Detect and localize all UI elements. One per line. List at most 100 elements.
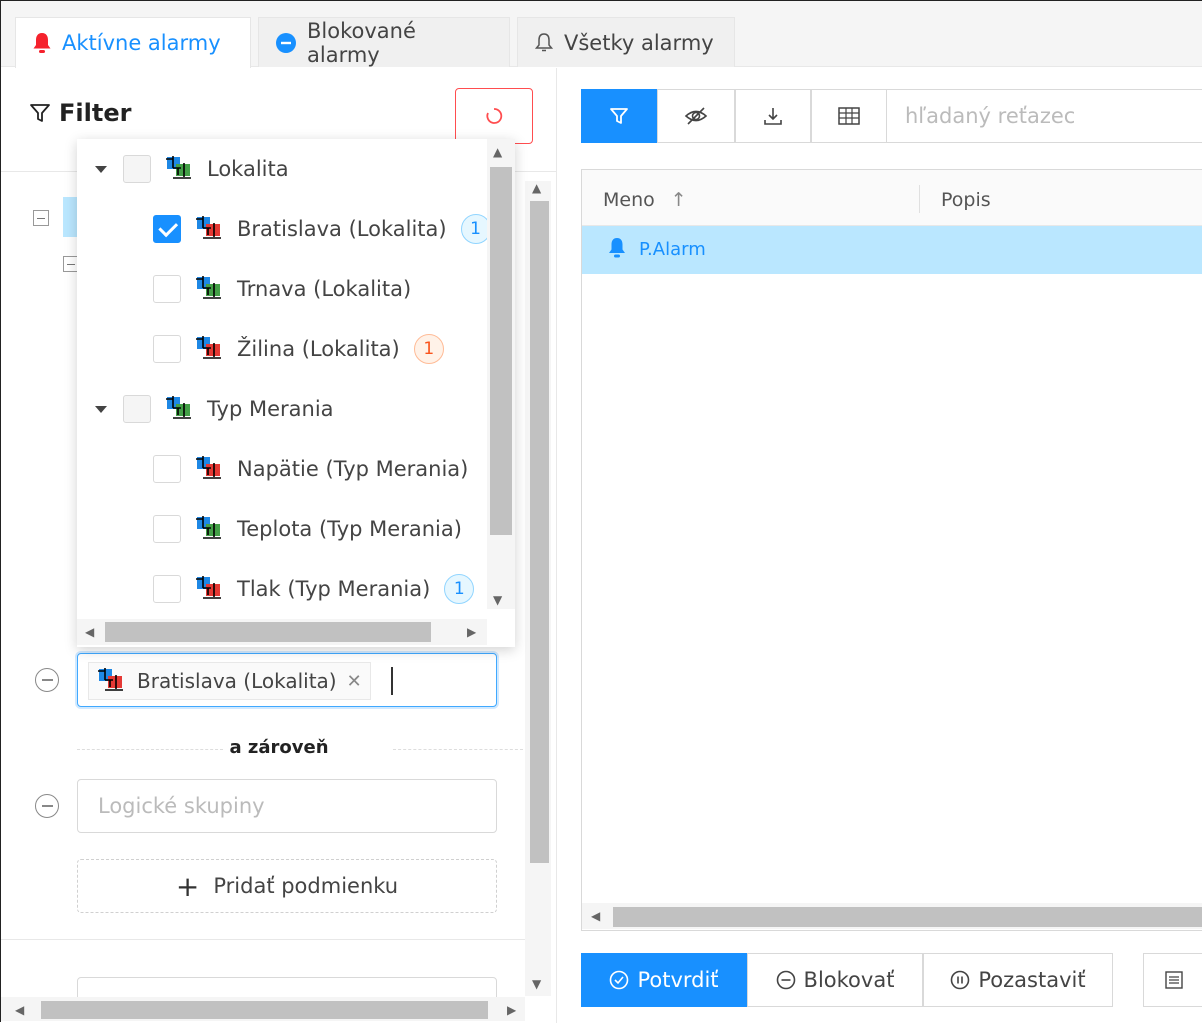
filter-title: Filter <box>29 99 131 127</box>
logical-groups-placeholder: Logické skupiny <box>98 794 265 818</box>
group-icon <box>195 515 223 544</box>
remove-condition-icon[interactable] <box>35 668 59 692</box>
group-icon <box>195 275 223 304</box>
details-button[interactable] <box>1143 953 1202 1007</box>
pause-circle-icon <box>950 970 970 990</box>
block-button[interactable]: Blokovať <box>747 953 923 1007</box>
scroll-up-icon[interactable]: ▲ <box>532 181 541 195</box>
tree-collapse-toggle[interactable] <box>33 210 49 226</box>
tab-active-alarms[interactable]: Aktívne alarmy <box>15 17 251 68</box>
minus-circle-icon <box>776 970 796 990</box>
scroll-left-icon[interactable]: ◀ <box>85 625 94 639</box>
pause-label: Pozastaviť <box>978 968 1086 992</box>
tab-label: Aktívne alarmy <box>62 31 221 55</box>
search-input[interactable]: hľadaný reťazec <box>887 89 1202 143</box>
check-circle-icon <box>609 970 629 990</box>
sort-ascending-icon[interactable]: ↑ <box>671 189 687 211</box>
group-icon <box>195 455 223 484</box>
count-badge: 1 <box>413 334 444 364</box>
logical-groups-select[interactable]: Logické skupiny <box>77 779 497 833</box>
dropdown-vertical-scroll-thumb[interactable] <box>490 167 512 535</box>
tag-label: Bratislava (Lokalita) <box>137 669 337 693</box>
tree-group-label: Typ Merania <box>207 397 334 421</box>
item-checkbox[interactable] <box>153 575 181 603</box>
text-cursor <box>391 667 393 695</box>
tree-item[interactable]: Napätie (Typ Merania) <box>153 451 468 487</box>
close-icon[interactable]: ✕ <box>347 671 362 692</box>
tree-item-label: Bratislava (Lokalita) <box>237 217 447 241</box>
caret-down-icon[interactable] <box>95 405 107 413</box>
scroll-right-icon[interactable]: ▶ <box>467 625 476 639</box>
tree-group[interactable]: Typ Merania <box>95 391 334 427</box>
tree-item-label: Žilina (Lokalita) <box>237 337 400 361</box>
columns-button[interactable] <box>811 89 887 143</box>
tree-item[interactable]: Trnava (Lokalita) <box>153 271 411 307</box>
hide-button[interactable] <box>657 89 735 143</box>
group-icon <box>165 155 193 184</box>
item-checkbox[interactable] <box>153 455 181 483</box>
column-divider <box>919 185 920 213</box>
pause-button[interactable]: Pozastaviť <box>923 953 1113 1007</box>
column-header-name[interactable]: Meno ↑ <box>603 189 687 211</box>
tree-group-label: Lokalita <box>207 157 289 181</box>
remove-condition-icon[interactable] <box>35 794 59 818</box>
filter-title-text: Filter <box>59 99 132 127</box>
scroll-down-icon[interactable]: ▼ <box>532 977 541 991</box>
add-condition-label: Pridať podmienku <box>213 874 399 898</box>
scroll-right-icon[interactable]: ▶ <box>507 1003 516 1017</box>
filter-horizontal-scroll-thumb[interactable] <box>41 1001 488 1019</box>
group-icon <box>195 335 223 364</box>
list-icon <box>1165 971 1183 989</box>
scroll-down-icon[interactable]: ▼ <box>493 593 502 607</box>
group-icon <box>195 215 223 244</box>
scroll-up-icon[interactable]: ▲ <box>493 145 502 159</box>
grid-horizontal-scroll-thumb[interactable] <box>613 907 1202 927</box>
group-checkbox[interactable] <box>123 155 151 183</box>
table-icon <box>838 107 860 125</box>
tree-item-label: Trnava (Lokalita) <box>237 277 412 301</box>
bell-filled-icon <box>608 237 626 263</box>
filter-toggle-button[interactable] <box>581 89 657 143</box>
alarm-name: P.Alarm <box>639 239 706 260</box>
count-badge: 1 <box>444 574 475 604</box>
column-header-description[interactable]: Popis <box>941 189 991 211</box>
eye-invisible-icon <box>684 107 708 125</box>
confirm-label: Potvrdiť <box>637 968 719 992</box>
item-checkbox[interactable] <box>153 215 181 243</box>
group-icon <box>97 667 125 696</box>
filter-icon <box>610 108 628 124</box>
tree-item[interactable]: Žilina (Lokalita) 1 <box>153 331 444 367</box>
add-condition-button[interactable]: + Pridať podmienku <box>77 859 497 913</box>
item-checkbox[interactable] <box>153 275 181 303</box>
group-icon <box>195 575 223 604</box>
block-label: Blokovať <box>803 968 895 992</box>
filter-vertical-scroll-thumb[interactable] <box>530 201 549 863</box>
bell-filled-icon <box>32 32 52 54</box>
tab-blocked-alarms[interactable]: Blokované alarmy <box>258 17 510 67</box>
reset-filter-button[interactable] <box>455 88 533 144</box>
tree-group[interactable]: Lokalita <box>95 151 289 187</box>
column-header-text: Popis <box>941 189 991 211</box>
filter-footer-divider <box>1 939 525 940</box>
caret-down-icon[interactable] <box>95 165 107 173</box>
selected-tag: Bratislava (Lokalita) ✕ <box>88 662 371 700</box>
item-checkbox[interactable] <box>153 335 181 363</box>
scroll-left-icon[interactable]: ◀ <box>15 1003 24 1017</box>
confirm-button[interactable]: Potvrdiť <box>581 953 747 1007</box>
tree-item[interactable]: Tlak (Typ Merania) 1 <box>153 571 475 607</box>
tree-item[interactable]: Teplota (Typ Merania) <box>153 511 462 547</box>
group-checkbox[interactable] <box>123 395 151 423</box>
tree-item-label: Teplota (Typ Merania) <box>237 517 462 541</box>
column-header-text: Meno <box>603 189 655 211</box>
filter-icon <box>30 104 50 122</box>
tree-item-label: Tlak (Typ Merania) <box>237 577 431 601</box>
search-placeholder: hľadaný reťazec <box>905 104 1076 128</box>
item-checkbox[interactable] <box>153 515 181 543</box>
scroll-left-icon[interactable]: ◀ <box>591 909 600 923</box>
tree-item[interactable]: Bratislava (Lokalita) 1 <box>153 211 491 247</box>
tab-all-alarms[interactable]: Všetky alarmy <box>517 17 735 67</box>
download-icon <box>764 108 782 125</box>
bell-outline-icon <box>534 32 554 54</box>
dropdown-horizontal-scroll-thumb[interactable] <box>105 622 431 642</box>
export-button[interactable] <box>735 89 811 143</box>
